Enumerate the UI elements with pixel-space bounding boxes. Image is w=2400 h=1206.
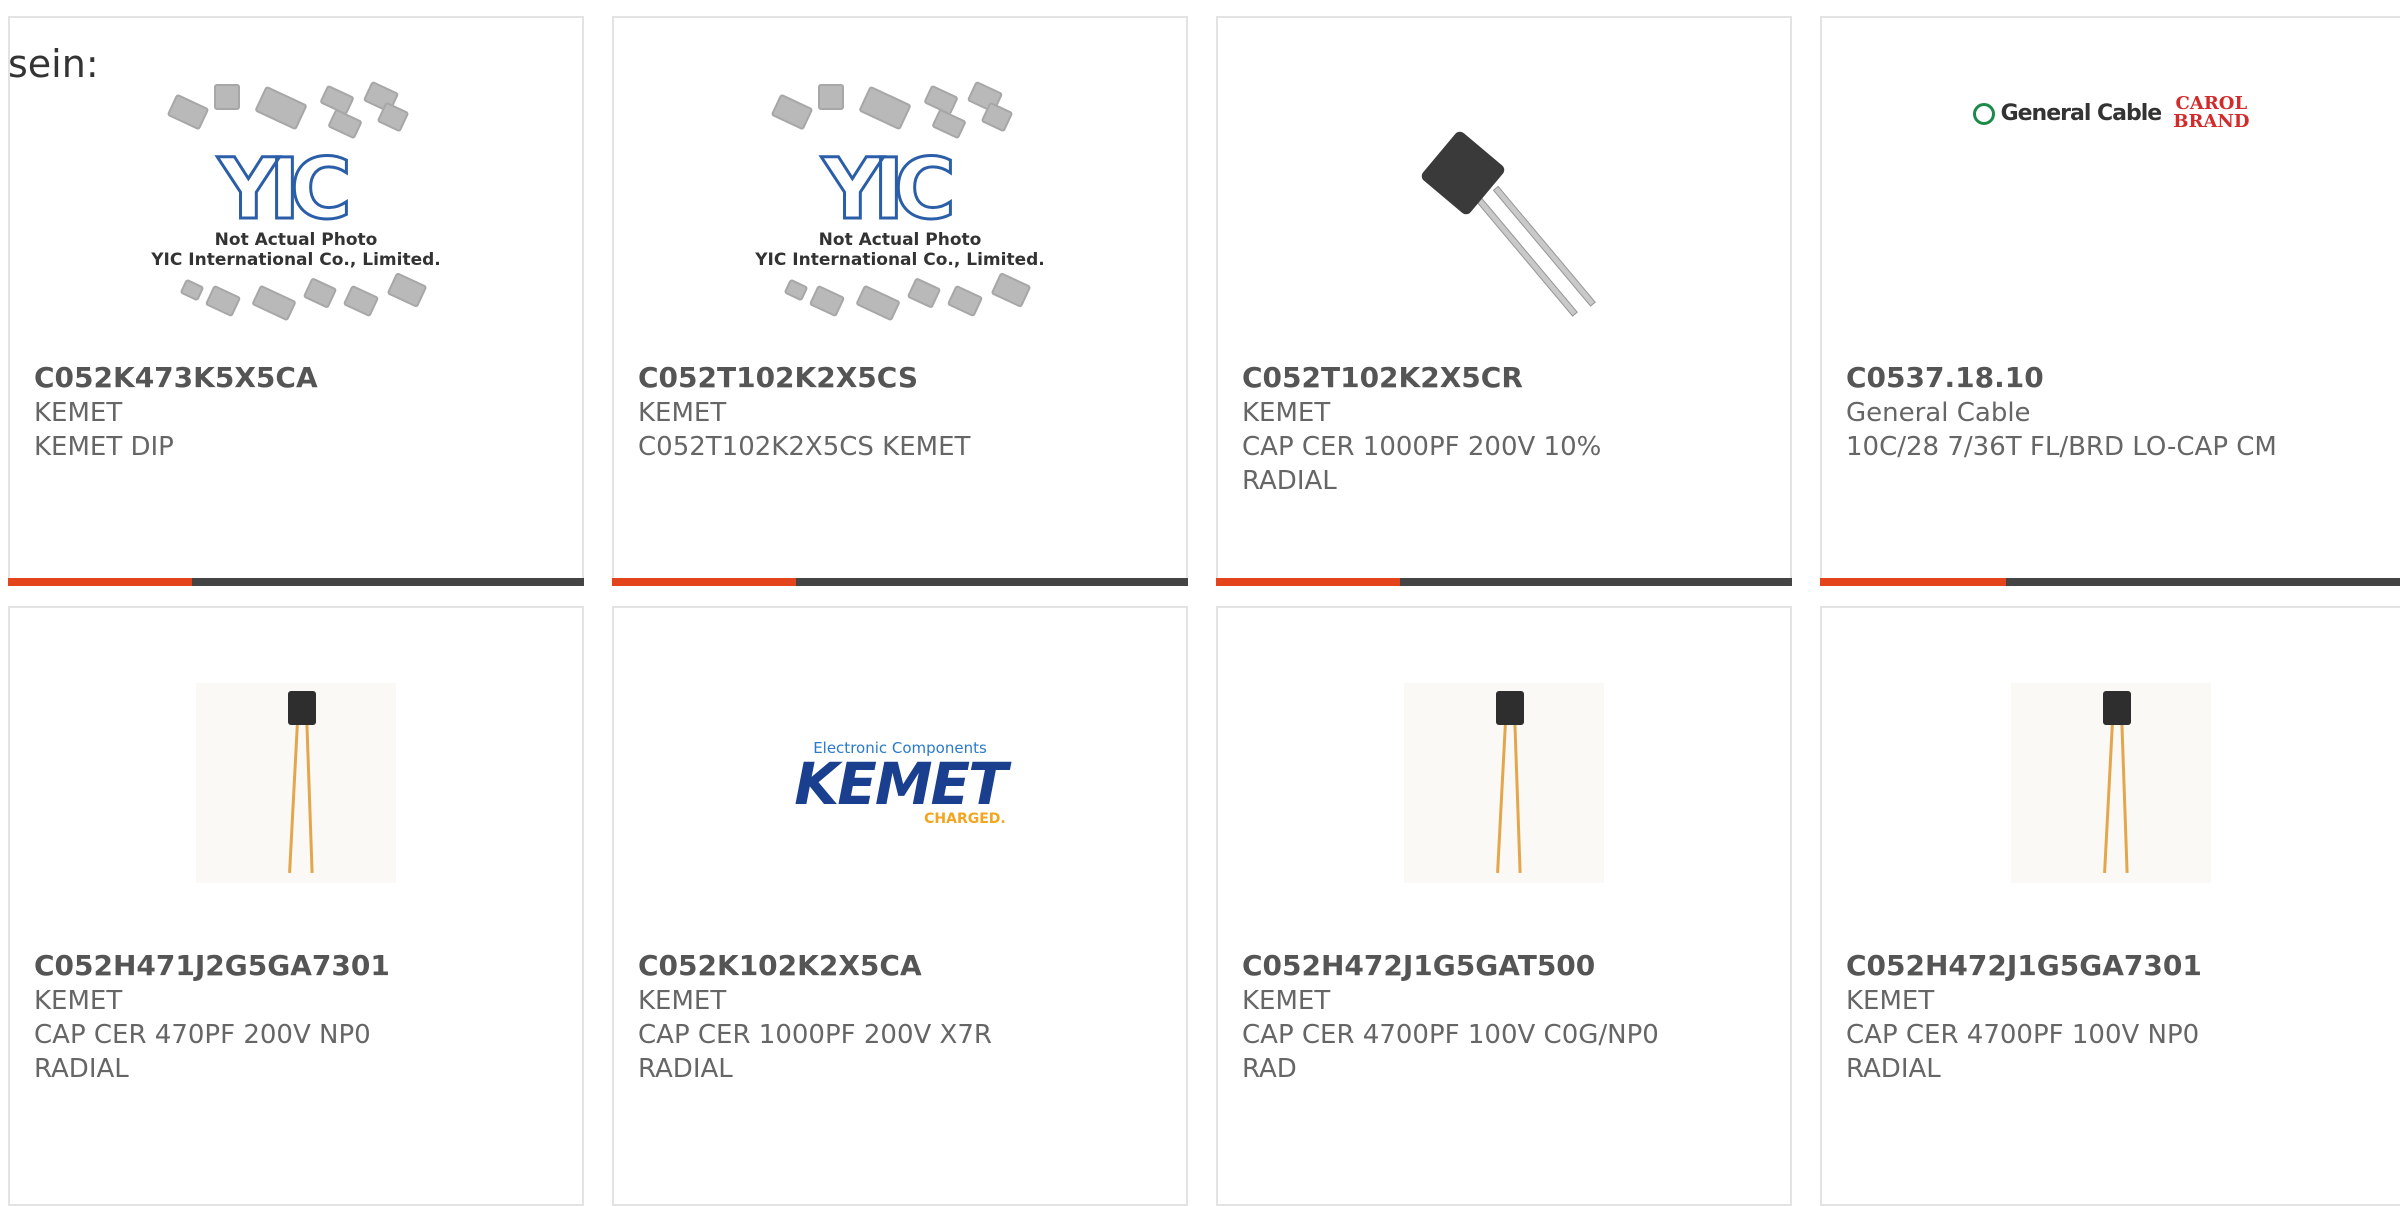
card-accent-bar: [1216, 578, 1792, 586]
part-number[interactable]: C052H472J1G5GAT500: [1242, 948, 1774, 984]
product-card[interactable]: C052H472J1G5GAT500 KEMET CAP CER 4700PF …: [1216, 606, 1792, 1206]
card-accent-bar: [1820, 578, 2400, 586]
manufacturer: KEMET: [638, 398, 727, 428]
product-card[interactable]: Electronic Components KEMET CHARGED. C05…: [612, 606, 1188, 1206]
description: CAP CER 1000PF 200V X7R RADIAL: [638, 1020, 992, 1084]
part-number[interactable]: C052K473K5X5CA: [34, 360, 566, 396]
manufacturer: KEMET: [1242, 398, 1331, 428]
part-number[interactable]: C052H471J2G5GA7301: [34, 948, 566, 984]
part-number[interactable]: C052K102K2X5CA: [638, 948, 1170, 984]
yic-placeholder-image: YIC Not Actual Photo YIC International C…: [146, 78, 446, 338]
description: CAP CER 470PF 200V NP0 RADIAL: [34, 1020, 371, 1084]
product-thumbnail[interactable]: [10, 678, 582, 888]
kemet-logo: Electronic Components KEMET CHARGED.: [794, 739, 1007, 827]
product-thumbnail[interactable]: General Cable CAROL BRAND: [1822, 38, 2400, 188]
product-thumbnail[interactable]: [1218, 58, 1790, 358]
product-thumbnail[interactable]: Electronic Components KEMET CHARGED.: [614, 678, 1186, 888]
product-card[interactable]: YIC Not Actual Photo YIC International C…: [8, 16, 584, 586]
product-card[interactable]: C052H472J1G5GA7301 KEMET CAP CER 4700PF …: [1820, 606, 2400, 1206]
capacitor-photo: [1404, 108, 1604, 317]
description: C052T102K2X5CS KEMET: [638, 432, 971, 462]
description: CAP CER 4700PF 100V NP0 RADIAL: [1846, 1020, 2200, 1084]
card-accent-bar: [8, 578, 584, 586]
radial-capacitor-photo: [2011, 683, 2211, 883]
card-accent-bar: [612, 578, 1188, 586]
product-thumbnail[interactable]: YIC Not Actual Photo YIC International C…: [10, 58, 582, 358]
part-number[interactable]: C052T102K2X5CS: [638, 360, 1170, 396]
yic-logo: YIC: [821, 139, 958, 240]
manufacturer: KEMET: [1242, 986, 1331, 1016]
yic-caption: Not Actual Photo: [214, 230, 378, 250]
radial-capacitor-photo: [196, 683, 396, 883]
kemet-logo-wordmark: KEMET: [794, 750, 1007, 818]
radial-capacitor-photo: [1404, 683, 1604, 883]
carol-brand-logo: CAROL BRAND: [2173, 93, 2250, 132]
general-cable-logo: General Cable CAROL BRAND: [1972, 93, 2250, 132]
product-thumbnail[interactable]: YIC Not Actual Photo YIC International C…: [614, 58, 1186, 358]
yic-caption-company: YIC International Co., Limited.: [755, 250, 1045, 270]
product-card[interactable]: YIC Not Actual Photo YIC International C…: [612, 16, 1188, 586]
manufacturer: KEMET: [34, 986, 123, 1016]
yic-placeholder-image: YIC Not Actual Photo YIC International C…: [750, 78, 1050, 338]
description: 10C/28 7/36T FL/BRD LO-CAP CM: [1846, 432, 2277, 462]
leading-text: sein:: [8, 42, 99, 86]
manufacturer: KEMET: [34, 398, 123, 428]
yic-caption: Not Actual Photo: [818, 230, 982, 250]
manufacturer: General Cable: [1846, 398, 2031, 428]
description: CAP CER 1000PF 200V 10% RADIAL: [1242, 432, 1602, 496]
yic-logo: YIC: [217, 139, 354, 240]
part-number[interactable]: C052T102K2X5CR: [1242, 360, 1774, 396]
part-number[interactable]: C052H472J1G5GA7301: [1846, 948, 2384, 984]
description: CAP CER 4700PF 100V C0G/NP0 RAD: [1242, 1020, 1659, 1084]
product-card[interactable]: C052H471J2G5GA7301 KEMET CAP CER 470PF 2…: [8, 606, 584, 1206]
manufacturer: KEMET: [638, 986, 727, 1016]
description: KEMET DIP: [34, 432, 174, 462]
part-number[interactable]: C0537.18.10: [1846, 360, 2384, 396]
product-card[interactable]: C052T102K2X5CR KEMET CAP CER 1000PF 200V…: [1216, 16, 1792, 586]
product-thumbnail[interactable]: [1822, 678, 2400, 888]
yic-caption-company: YIC International Co., Limited.: [151, 250, 441, 270]
general-cable-mark-icon: [1972, 102, 1995, 125]
product-card[interactable]: General Cable CAROL BRAND C0537.18.10 Ge…: [1820, 16, 2400, 586]
product-grid: YIC Not Actual Photo YIC International C…: [0, 0, 2400, 1206]
general-cable-text: General Cable: [2000, 100, 2163, 126]
manufacturer: KEMET: [1846, 986, 1935, 1016]
product-thumbnail[interactable]: [1218, 678, 1790, 888]
